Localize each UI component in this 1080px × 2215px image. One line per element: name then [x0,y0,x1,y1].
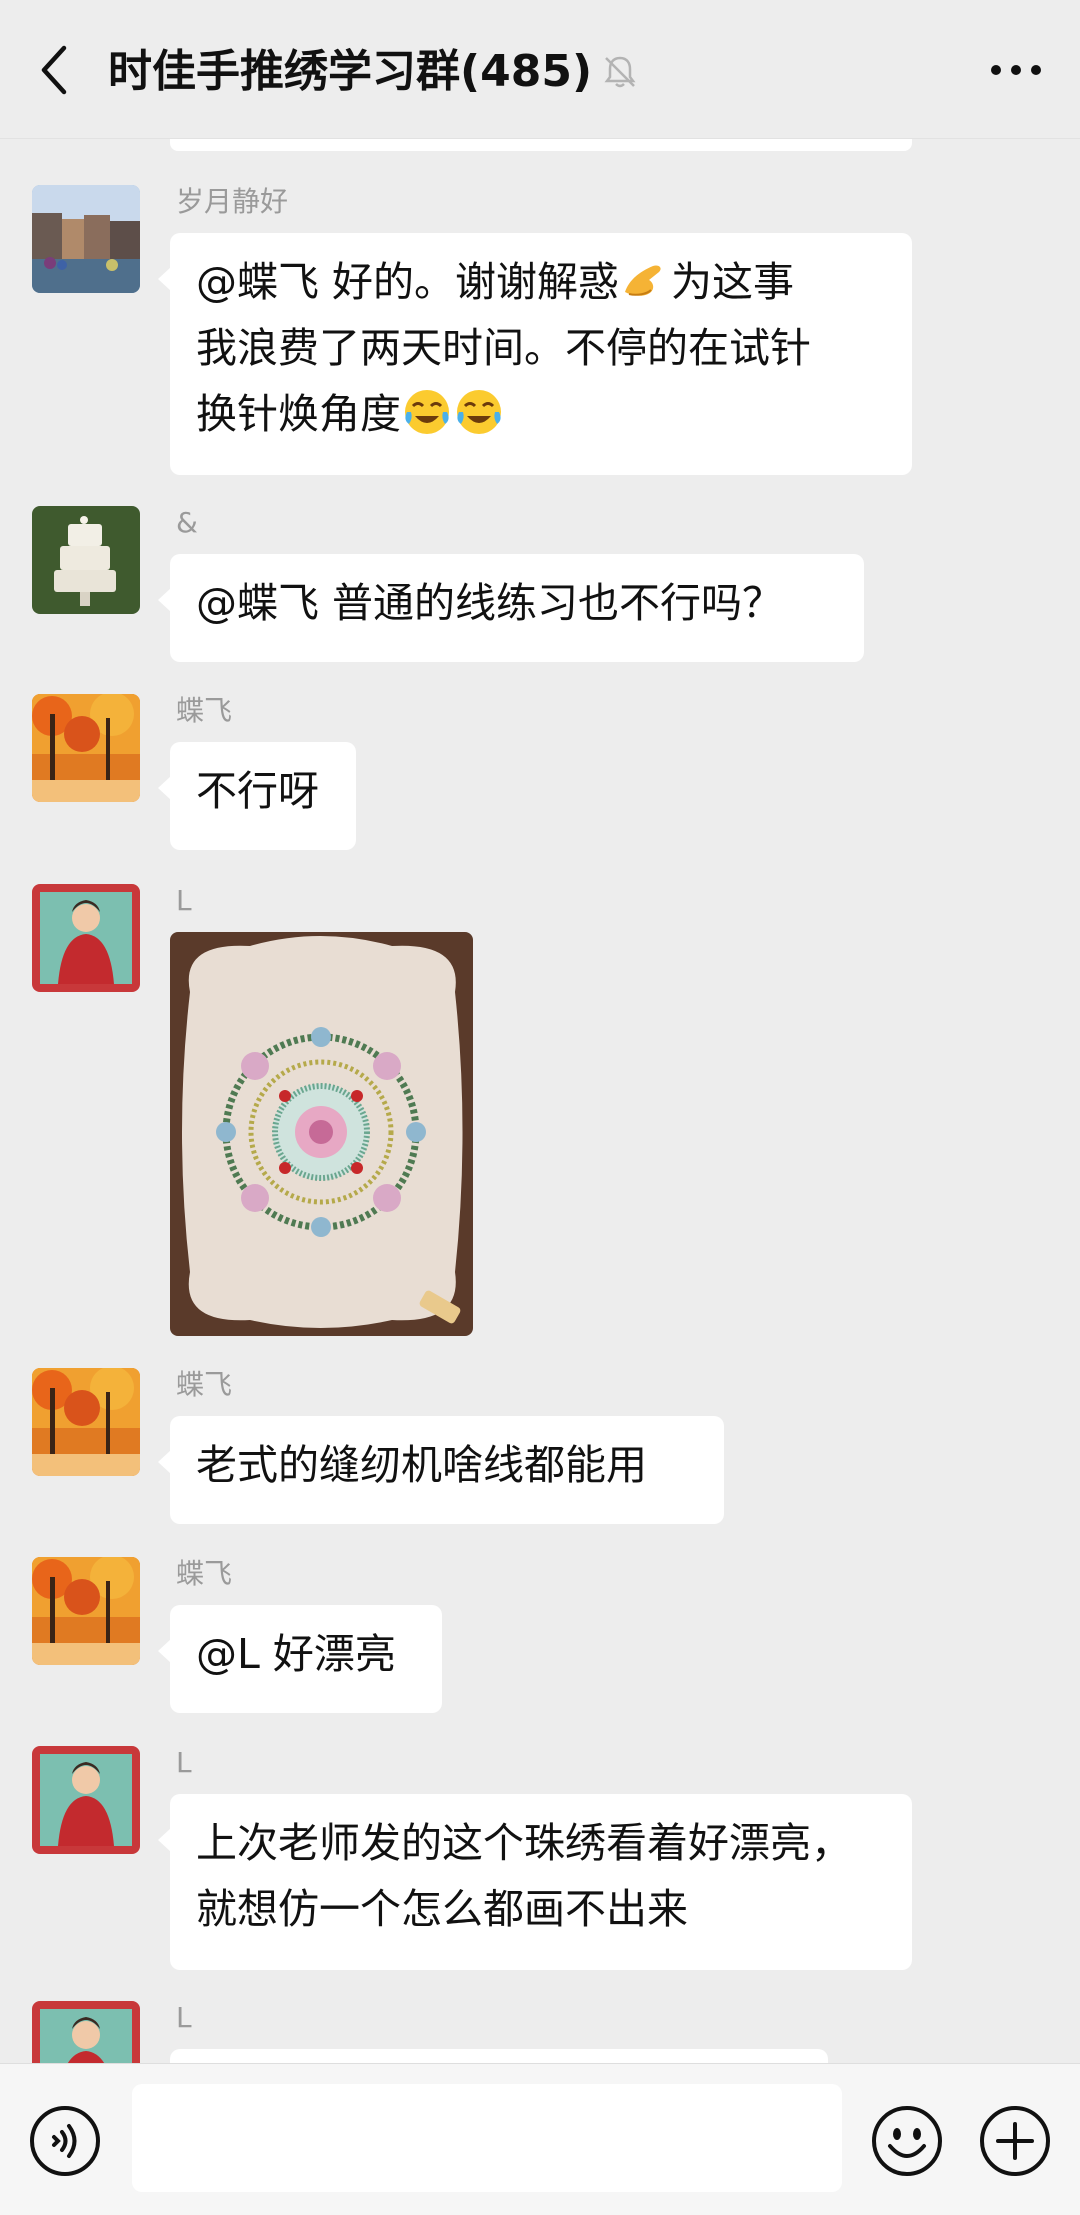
voice-button[interactable] [28,2104,102,2178]
message-bubble[interactable]: @L 好漂亮 [158,1605,442,1713]
message-text: @蝶飞 普通的线练习也不行吗？ [196,579,784,627]
back-button[interactable] [28,38,78,102]
message-bubble[interactable]: @蝶飞 好的。谢谢解惑 为这事 我浪费了两天时间。不停的在试针 换针焕角度 [158,233,912,475]
avatar[interactable] [32,185,140,293]
bead-embroidery-fan-photo [170,932,473,1336]
sender-name: 岁月静好 [176,185,289,218]
bell-muted-icon [604,56,636,88]
avatar[interactable] [32,2001,140,2063]
sender-name: L [176,884,192,917]
autumn-trees-photo [32,1368,140,1476]
message-text-line: 就想仿一个怎么都画不出来 [196,1885,688,1933]
message-text: 老式的缝纫机啥线都能用 [196,1441,647,1489]
message-bubble[interactable] [170,2049,828,2063]
message-text-line: @蝶飞 好的。谢谢解惑 为这事 [196,249,886,315]
woman-red-dress-photo [32,2001,140,2063]
crying-laughing-emoji [405,390,449,434]
avatar[interactable] [32,694,140,802]
emoji-icon [872,2106,942,2176]
more-button[interactable] [986,50,1046,90]
message-text-line: 上次老师发的这个珠绣看着好漂亮， [196,1819,852,1867]
chevron-left-icon [41,45,67,95]
more-actions-button[interactable] [978,2104,1052,2178]
message-bubble[interactable]: 老式的缝纫机啥线都能用 [158,1416,724,1524]
autumn-trees-photo [32,694,140,802]
message-bubble[interactable]: 上次老师发的这个珠绣看着好漂亮， 就想仿一个怎么都画不出来 [158,1794,912,1970]
woman-red-dress-photo [32,1746,140,1854]
message-text: 不行呀 [196,767,319,815]
sender-name: L [176,2001,192,2034]
sender-name: & [176,506,198,539]
avatar[interactable] [32,506,140,614]
image-message[interactable] [170,932,473,1336]
emoji-button[interactable] [870,2104,944,2178]
crying-laughing-emoji [457,390,501,434]
sender-name: 蝶飞 [176,1557,233,1590]
more-horizontal-icon [991,65,1041,75]
avatar[interactable] [32,1557,140,1665]
avatar[interactable] [32,1746,140,1854]
avatar[interactable] [32,1368,140,1476]
cake-photo [32,506,140,614]
message-bubble[interactable]: 不行呀 [158,742,356,850]
message-bubble[interactable]: @蝶飞 普通的线练习也不行吗？ [158,554,864,662]
message-input[interactable] [132,2084,842,2192]
message-text-line: 换针焕角度 [196,381,886,447]
plus-icon [980,2106,1050,2176]
avatar[interactable] [32,884,140,992]
sender-name: L [176,1746,192,1779]
voice-icon [30,2106,100,2176]
chat-header: 时佳手推绣学习群(485) [0,0,1080,139]
message-text-line: 我浪费了两天时间。不停的在试针 [196,324,811,372]
chat-message-list[interactable]: 岁月静好 @蝶飞 好的。谢谢解惑 为这事 我浪费了两天时间。不停的在试针 换针焕角… [0,139,1080,2063]
canal-town-photo [32,185,140,293]
woman-red-dress-photo [32,884,140,992]
message-text: @L 好漂亮 [196,1630,396,1678]
sender-name: 蝶飞 [176,694,233,727]
pointing-hand-emoji [625,265,661,296]
input-bar [0,2063,1080,2215]
message-bubble-partial [170,139,912,151]
sender-name: 蝶飞 [176,1368,233,1401]
chat-title[interactable]: 时佳手推绣学习群(485) [108,40,592,104]
autumn-trees-photo [32,1557,140,1665]
